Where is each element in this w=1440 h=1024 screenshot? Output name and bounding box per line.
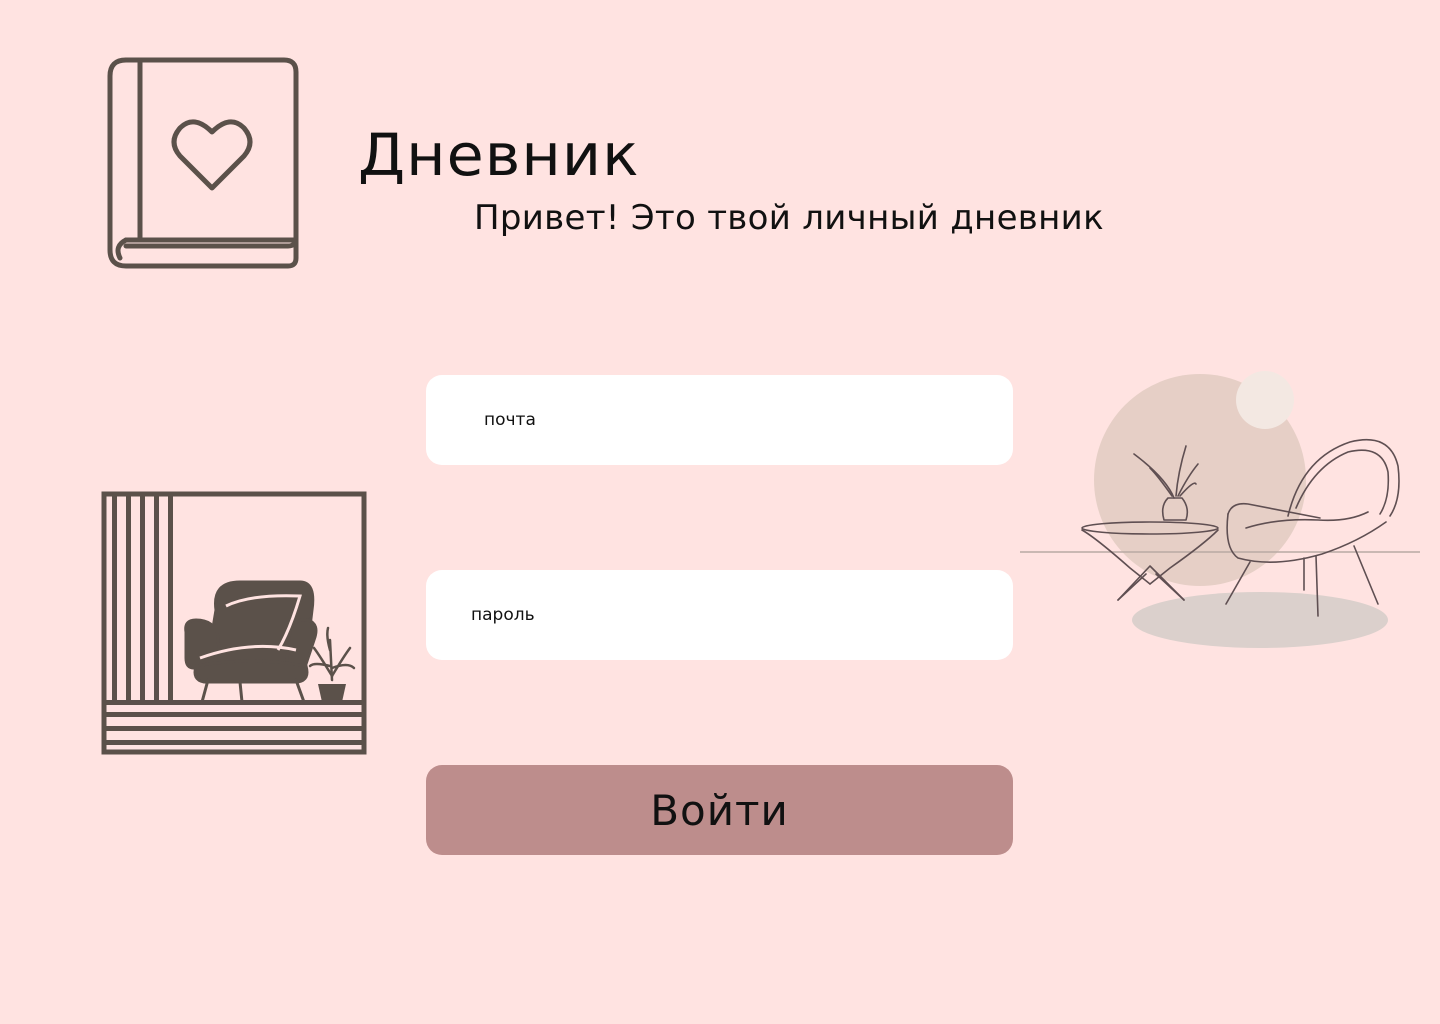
armchair-window-illustration [100,490,368,756]
page-title: Дневник [358,121,640,189]
diary-heart-icon [106,56,300,270]
login-button[interactable]: Войти [426,765,1013,855]
page-subtitle: Привет! Это твой личный дневник [474,198,1104,238]
lounge-chair-table-illustration [1018,368,1422,658]
email-field[interactable] [426,375,1013,465]
password-field[interactable] [426,570,1013,660]
